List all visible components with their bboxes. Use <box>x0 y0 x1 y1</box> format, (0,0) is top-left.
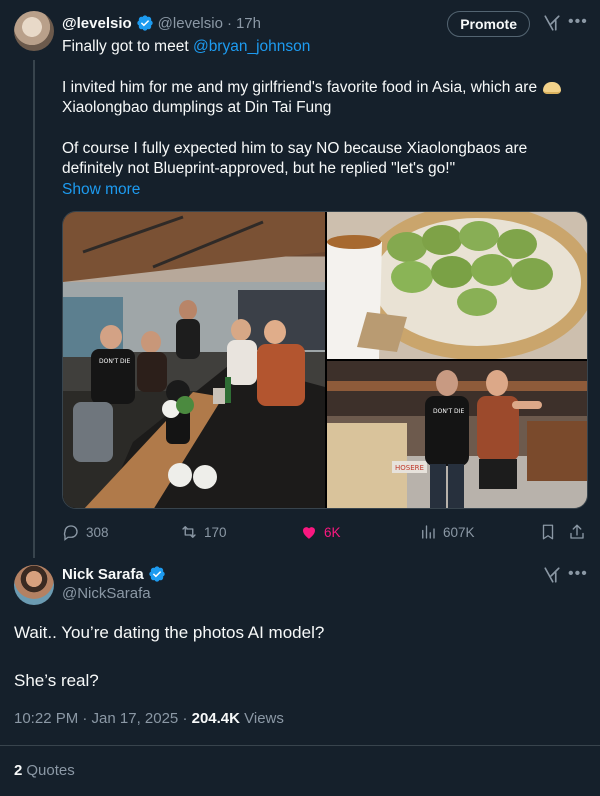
reply-verified-badge-icon <box>149 566 165 582</box>
repost-count: 170 <box>204 524 227 540</box>
photo-restaurant-group[interactable]: DON'T DIE <box>63 212 325 508</box>
show-more-container: Show more <box>62 180 582 200</box>
author-handle[interactable]: @levelsio <box>158 15 223 32</box>
shirt-text-left: DON'T DIE <box>99 358 130 365</box>
views-action[interactable]: 607K <box>419 522 475 542</box>
reply-author-handle[interactable]: @NickSarafa <box>62 585 170 602</box>
author-avatar[interactable] <box>14 11 54 51</box>
photo-restaurant-group-art: DON'T DIE <box>63 212 325 508</box>
photo-two-men-art: HOSERE DON'T DIE <box>327 361 587 508</box>
grok-icon[interactable] <box>543 14 561 32</box>
separator-dot: · <box>226 14 232 32</box>
reply-grok-icon[interactable] <box>543 566 561 584</box>
sign-text: HOSERE <box>395 464 424 472</box>
repost-action[interactable]: 170 <box>180 522 227 542</box>
dumpling-emoji-icon <box>543 81 562 94</box>
tweet-text-prefix: Finally got to meet <box>62 38 193 55</box>
media-grid: DON'T DIE HOSERE DON'T DIE <box>62 211 588 509</box>
shirt-text-right: DON'T DIE <box>433 408 464 415</box>
show-more-link[interactable]: Show more <box>62 181 140 198</box>
photo-dumplings[interactable] <box>327 212 587 359</box>
reply-timestamp[interactable]: 10:22 PM · Jan 17, 2025 · <box>14 710 192 727</box>
reply-views-label: Views <box>239 710 284 727</box>
photo-two-men[interactable]: HOSERE DON'T DIE <box>327 361 587 508</box>
reply-more-options-icon[interactable]: ••• <box>568 565 587 583</box>
more-options-icon[interactable]: ••• <box>568 13 587 31</box>
quotes-link[interactable]: 2 Quotes <box>14 762 75 779</box>
like-action[interactable]: 6K <box>300 522 341 542</box>
reply-text-line-2: She’s real? <box>14 671 99 690</box>
reply-author-name[interactable]: Nick Sarafa <box>62 566 144 583</box>
like-count: 6K <box>324 524 341 540</box>
heart-icon <box>303 527 315 539</box>
reply-author-name-row: Nick Sarafa <box>62 565 170 583</box>
engagement-bar: 308 170 6K 607K <box>62 522 588 542</box>
reply-meta: 10:22 PM · Jan 17, 2025 · 204.4K Views <box>14 710 284 727</box>
repost-icon <box>182 526 196 538</box>
thread-connector-line <box>33 60 35 558</box>
views-count: 607K <box>443 524 475 540</box>
reply-text-line-1: Wait.. You’re dating the photos AI model… <box>14 623 325 642</box>
reply-count: 308 <box>86 524 109 540</box>
quotes-label: Quotes <box>26 762 75 779</box>
tweet-line-1: Finally got to meet @bryan_johnson <box>62 37 582 57</box>
share-icon <box>570 524 584 539</box>
reply-author-avatar[interactable] <box>14 565 54 605</box>
photo-dumplings-art <box>327 212 587 359</box>
tweet-paragraph-2: I invited him for me and my girlfriend's… <box>62 78 582 118</box>
views-chart-icon <box>422 525 435 539</box>
bookmark-action[interactable] <box>539 522 557 542</box>
reply-icon <box>63 525 78 541</box>
bookmark-icon <box>542 524 554 540</box>
mention-link[interactable]: @bryan_johnson <box>193 38 310 55</box>
quotes-count: 2 <box>14 762 23 779</box>
verified-badge-icon <box>136 15 153 31</box>
reply-views-count: 204.4K <box>191 710 240 727</box>
promote-button[interactable]: Promote <box>447 11 530 37</box>
tweet-paragraph-2-text: I invited him for me and my girlfriend's… <box>62 79 538 96</box>
tweet-time[interactable]: 17h <box>236 15 261 32</box>
author-name[interactable]: @levelsio <box>62 15 132 32</box>
divider-top <box>0 745 600 746</box>
reply-header: Nick Sarafa @NickSarafa <box>62 565 170 602</box>
tweet-paragraph-2-line2: Xiaolongbao dumplings at Din Tai Fung <box>62 99 332 116</box>
share-action[interactable] <box>568 522 586 542</box>
reply-action[interactable]: 308 <box>62 522 109 542</box>
tweet-paragraph-3: Of course I fully expected him to say NO… <box>62 140 528 177</box>
